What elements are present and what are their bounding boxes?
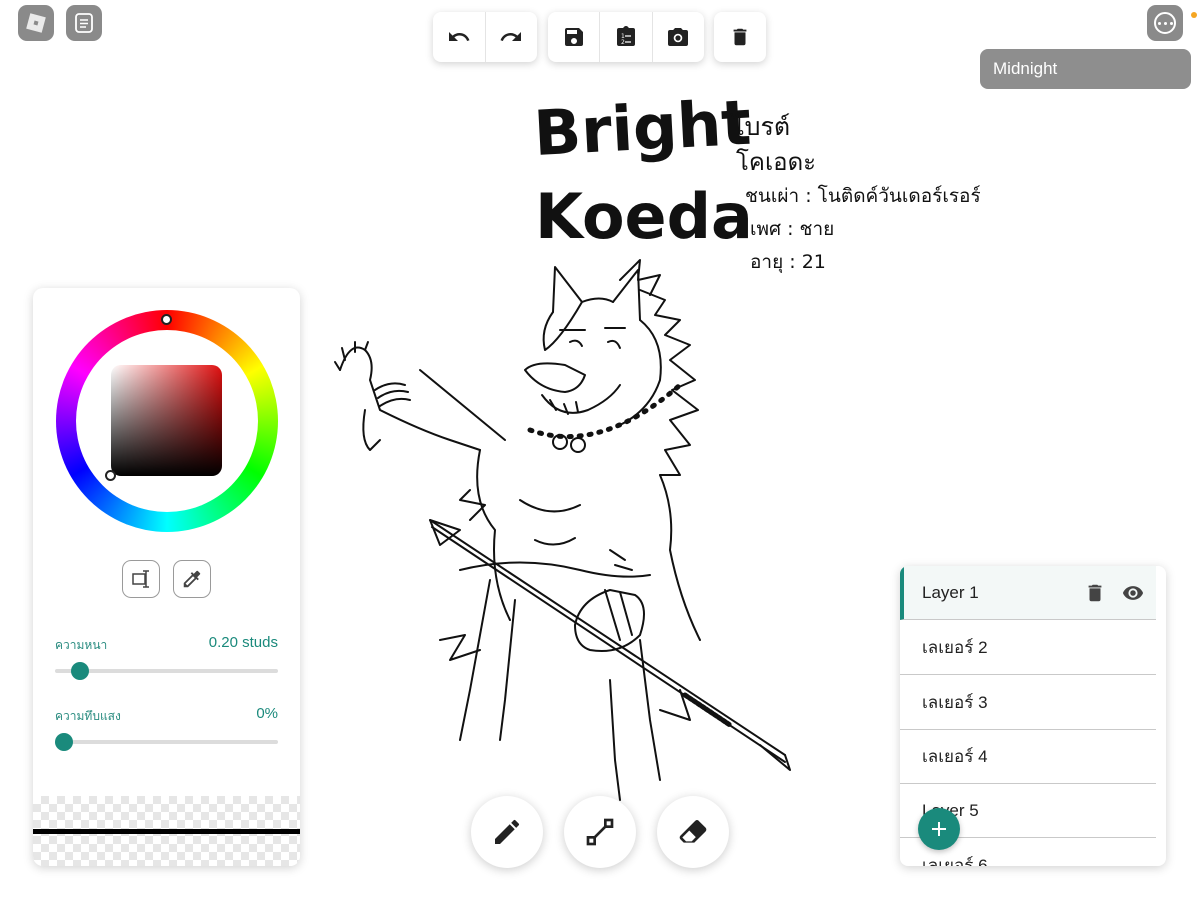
clear-canvas-button[interactable]: [714, 12, 766, 62]
save-icon: [564, 28, 583, 46]
pencil-tool-button[interactable]: [471, 796, 543, 868]
color-picker-mode-button[interactable]: [122, 560, 160, 598]
thai-name-2: โคเอดะ: [736, 148, 816, 176]
delete-toolbar: [714, 12, 766, 62]
screenshot-button[interactable]: [653, 12, 704, 62]
brush-preview-stroke: [33, 829, 300, 834]
brush-preview: [33, 796, 300, 866]
text-cursor-box-icon: [132, 570, 149, 588]
eye-icon[interactable]: [1120, 582, 1146, 604]
undo-icon: [448, 32, 470, 41]
opacity-slider-thumb[interactable]: [55, 733, 73, 751]
gender-text: เพศ : ชาย: [750, 218, 834, 240]
redo-icon: [500, 32, 522, 41]
thickness-value: 0.20 studs: [208, 634, 278, 651]
more-options-icon: [1154, 12, 1176, 34]
opacity-value: 0%: [256, 705, 278, 722]
pencil-icon: [495, 819, 520, 844]
svg-text:2: 2: [621, 39, 625, 46]
save-button[interactable]: [548, 12, 601, 62]
saturation-value-square[interactable]: [111, 365, 222, 476]
layer-label: Layer 1: [922, 582, 979, 602]
layer-label: เลเยอร์ 2: [922, 638, 988, 657]
age-text: อายุ : 21: [750, 251, 826, 274]
add-layer-button[interactable]: [918, 808, 960, 850]
clipboard-button[interactable]: 12: [600, 12, 653, 62]
layer-label: เลเยอร์ 3: [922, 693, 988, 712]
color-knob[interactable]: [105, 470, 116, 481]
camera-icon: [668, 28, 689, 46]
layer-label: เลเยอร์ 6: [922, 856, 988, 866]
layer-item-3[interactable]: เลเยอร์ 3: [900, 676, 1156, 730]
opacity-label: ความทึบแสง: [55, 709, 121, 723]
plus-icon: [932, 822, 946, 836]
thickness-slider[interactable]: [55, 662, 278, 680]
species-text: ชนเผ่า : โนติดค์วันเดอร์เรอร์: [745, 184, 980, 207]
thickness-label: ความหนา: [55, 638, 108, 652]
trash-icon: [733, 28, 747, 46]
hue-knob[interactable]: [161, 314, 172, 325]
hue-wheel[interactable]: [56, 310, 278, 532]
undo-button[interactable]: [433, 12, 486, 62]
layer-item-1[interactable]: Layer 1: [900, 566, 1156, 620]
redo-button[interactable]: [486, 12, 538, 62]
eraser-icon: [679, 820, 707, 843]
clipboard-list-icon: 12: [616, 26, 635, 46]
character-line-art: [334, 259, 791, 801]
title-line-2: Koeda: [535, 180, 753, 253]
thickness-slider-thumb[interactable]: [71, 662, 90, 680]
history-toolbar: [433, 12, 537, 62]
notes-icon[interactable]: [66, 5, 102, 41]
opacity-slider[interactable]: [55, 733, 278, 751]
roblox-logo-icon[interactable]: [18, 5, 54, 41]
more-options-button[interactable]: [1147, 5, 1183, 41]
layer-item-4[interactable]: เลเยอร์ 4: [900, 730, 1156, 784]
line-tool-icon: [586, 818, 614, 846]
file-toolbar: 12: [548, 12, 704, 62]
title-line-1: Bright: [532, 86, 753, 170]
drawing-canvas[interactable]: Bright Koeda ไบรต์ โคเอดะ ชนเผ่า : โนติด…: [320, 80, 980, 880]
eyedropper-icon: [183, 570, 201, 588]
eraser-tool-button[interactable]: [657, 796, 729, 868]
username-badge: Midnight: [980, 49, 1191, 89]
layer-label: เลเยอร์ 4: [922, 747, 988, 766]
trash-icon[interactable]: [1084, 582, 1106, 604]
layer-item-2[interactable]: เลเยอร์ 2: [900, 621, 1156, 675]
line-tool-button[interactable]: [564, 796, 636, 868]
eyedropper-button[interactable]: [173, 560, 211, 598]
notification-dot: [1191, 12, 1197, 18]
color-panel: ความหนา 0.20 studs ความทึบแสง 0%: [33, 288, 300, 866]
thai-name-1: ไบรต์: [730, 112, 790, 141]
